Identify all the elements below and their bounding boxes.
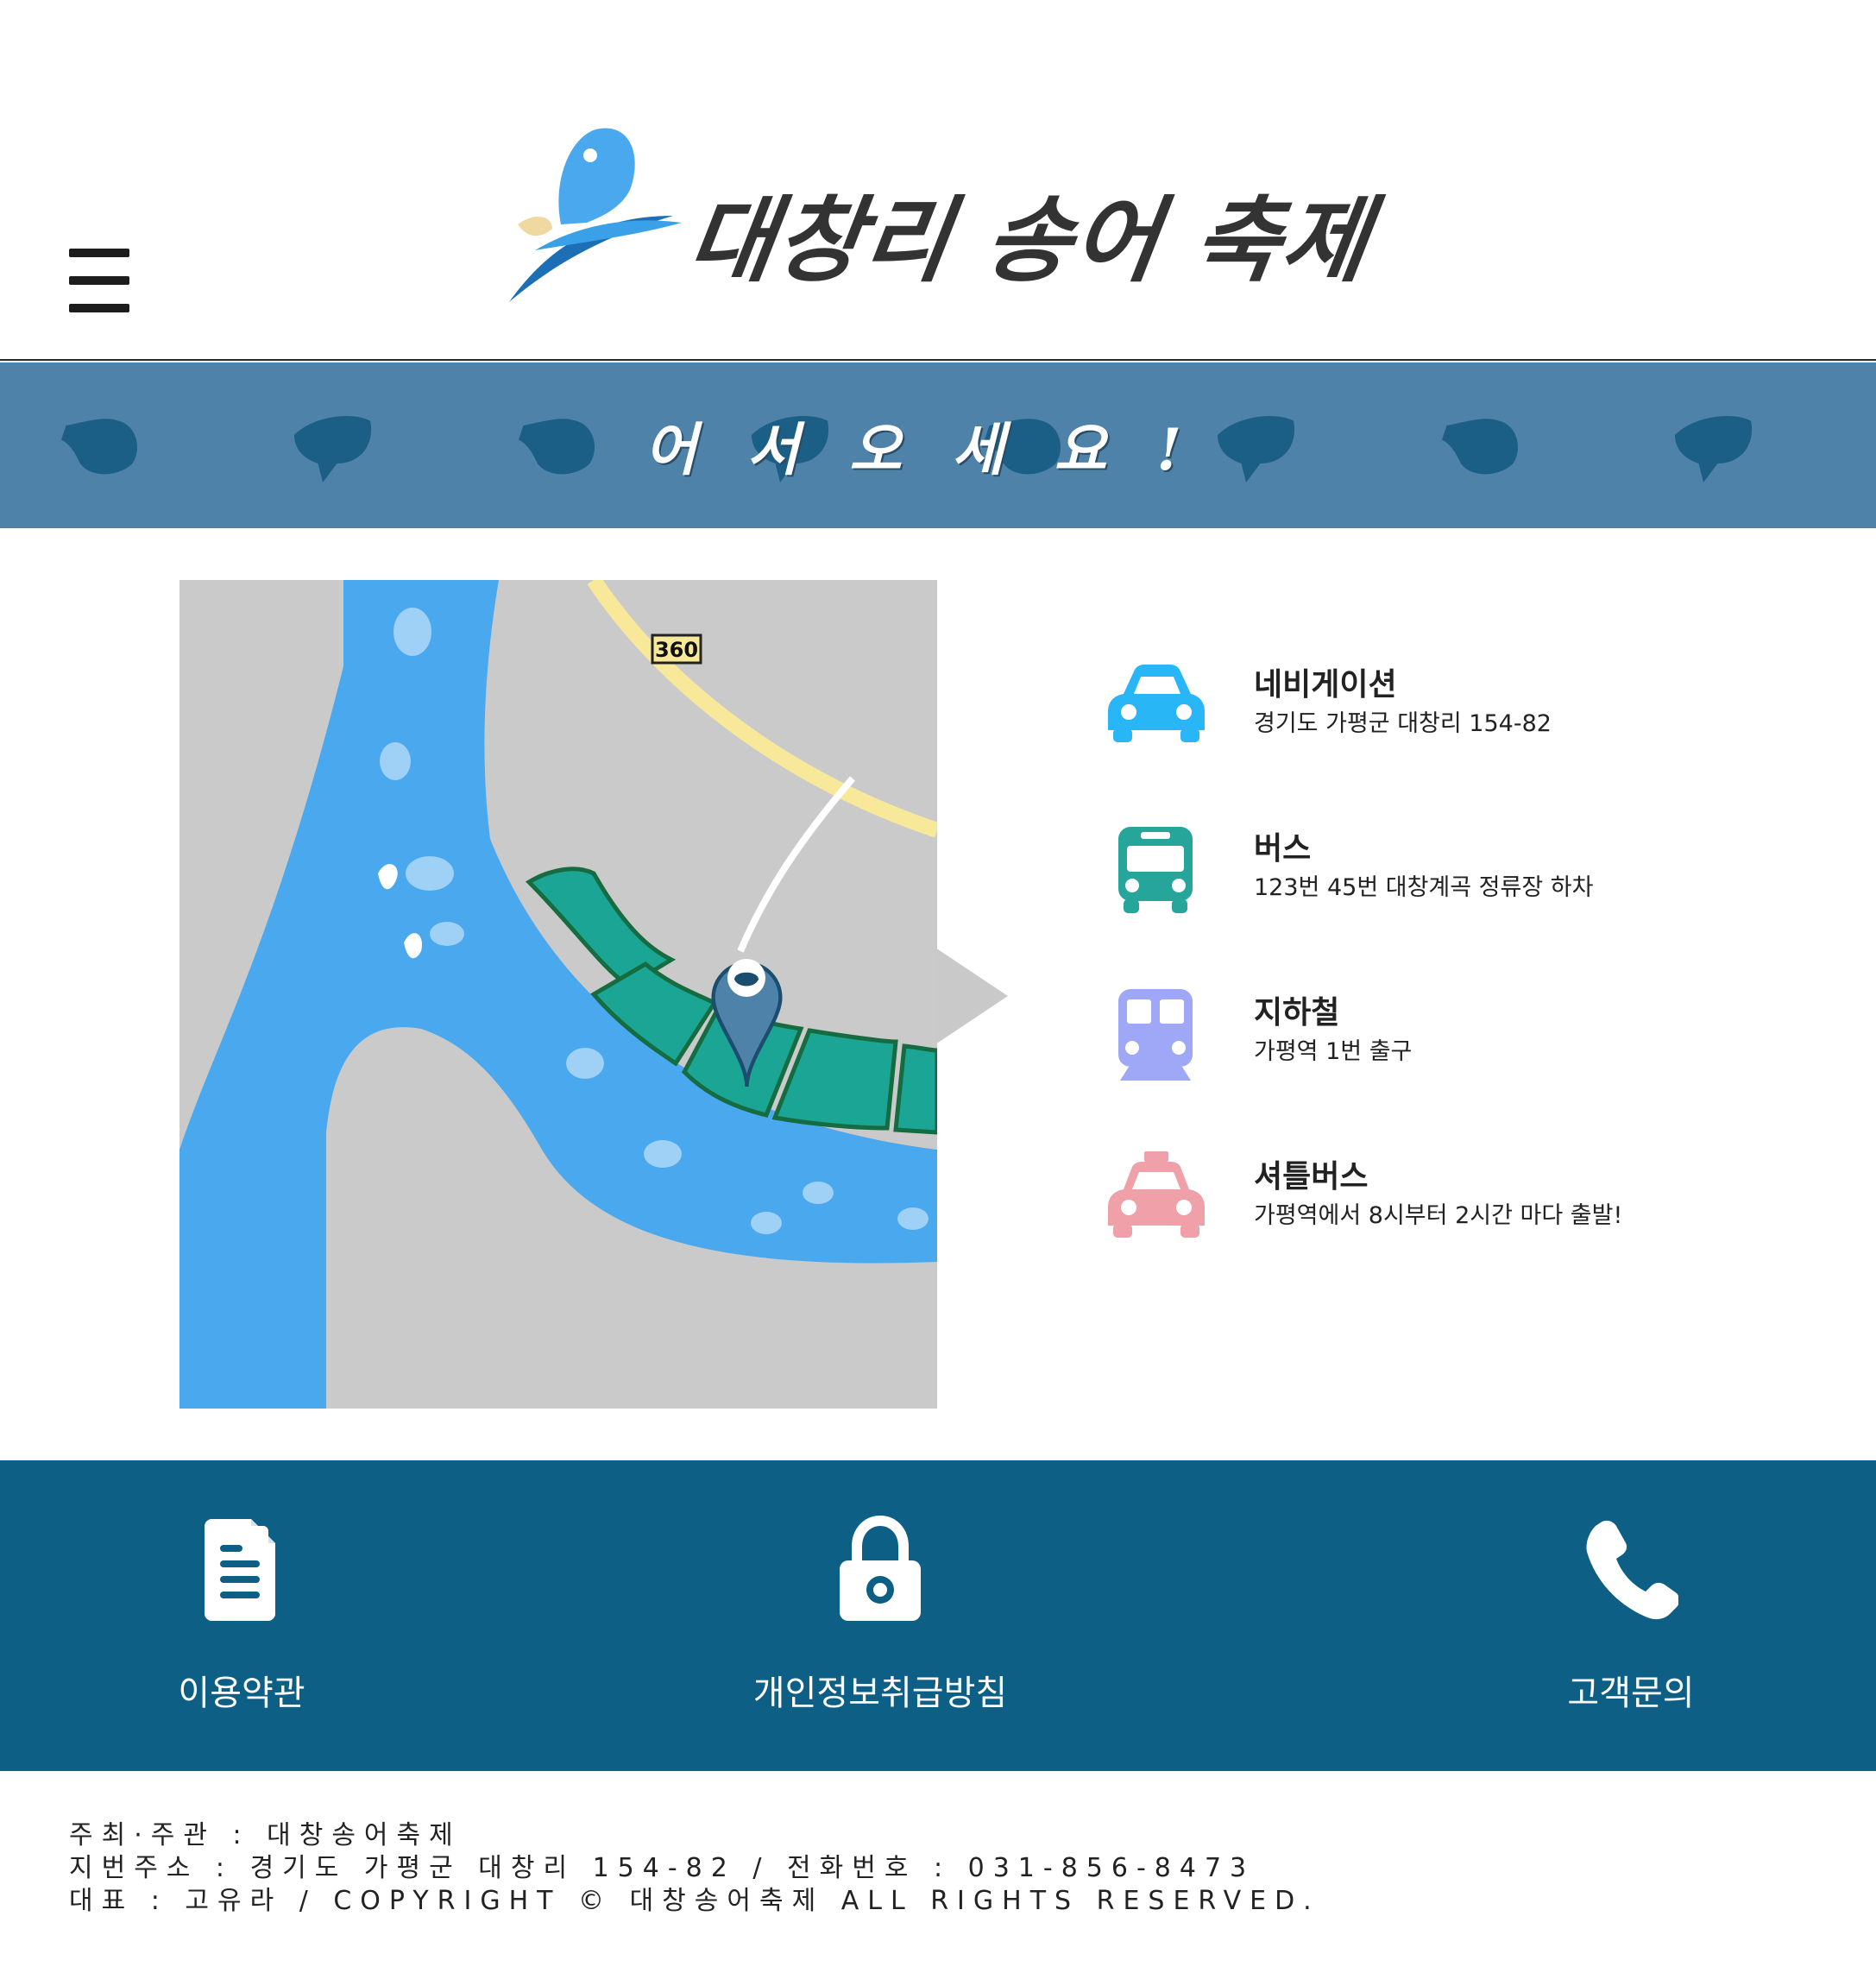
- footer-link-label: 고객문의: [1567, 1674, 1695, 1713]
- address-line: 지번주소 : 경기도 가평군 대창리 154-82 / 전화번호 : 031-8…: [69, 1853, 1256, 1883]
- transport-desc: 123번 45번 대창계곡 정류장 하차: [1254, 874, 1594, 901]
- document-icon: [205, 1519, 275, 1621]
- site-logo[interactable]: 대창리 송어 축제: [500, 121, 1381, 311]
- transport-item-subway[interactable]: 지하철 가평역 1번 출구: [1105, 967, 1795, 1131]
- footer-link-privacy[interactable]: 개인정보취급방침: [708, 1460, 1053, 1771]
- footer-link-contact[interactable]: 고객문의: [1501, 1460, 1760, 1771]
- welcome-banner: 어서오세요!: [0, 362, 1876, 528]
- organizer-line: 주최·주관 : 대창송어축제: [69, 1820, 462, 1850]
- transport-desc: 경기도 가평군 대창리 154-82: [1254, 710, 1552, 737]
- subway-icon: [1118, 989, 1193, 1081]
- transport-title: 네비게이션: [1254, 667, 1397, 703]
- svg-text:360: 360: [655, 638, 698, 662]
- logo-text: 대창리 송어 축제: [681, 187, 1378, 295]
- footer-link-label: 개인정보취급방침: [752, 1674, 1008, 1713]
- transport-item-navigation[interactable]: 네비게이션 경기도 가평군 대창리 154-82: [1105, 639, 1795, 803]
- site-header: 대창리 송어 축제: [0, 0, 1876, 361]
- transport-item-shuttle[interactable]: 셔틀버스 가평역에서 8시부터 2시간 마다 출발!: [1105, 1131, 1795, 1295]
- festival-map[interactable]: 360: [179, 580, 937, 1409]
- footer-nav: 이용약관 개인정보취급방침 고객문의: [0, 1460, 1876, 1771]
- transport-title: 셔틀버스: [1254, 1159, 1369, 1195]
- map-pointer: [935, 948, 1008, 1044]
- transport-desc: 가평역에서 8시부터 2시간 마다 출발!: [1254, 1202, 1623, 1229]
- fish-logo-icon: [509, 128, 682, 302]
- shuttle-taxi-icon: [1108, 1151, 1205, 1238]
- transport-list: 네비게이션 경기도 가평군 대창리 154-82 버스 123번 45번 대창계…: [1105, 639, 1795, 1295]
- bus-icon: [1118, 827, 1193, 913]
- phone-icon: [1586, 1520, 1678, 1620]
- footer-link-terms[interactable]: 이용약관: [112, 1460, 371, 1771]
- welcome-title: 어서오세요!: [644, 416, 1232, 483]
- transport-title: 지하철: [1254, 995, 1340, 1031]
- hamburger-menu-icon[interactable]: [69, 249, 129, 312]
- lock-icon: [840, 1515, 921, 1621]
- car-icon: [1108, 665, 1205, 742]
- route-360-sign: 360: [651, 634, 702, 665]
- transport-desc: 가평역 1번 출구: [1254, 1038, 1413, 1065]
- company-info: 주최·주관 : 대창송어축제 지번주소 : 경기도 가평군 대창리 154-82…: [69, 1819, 1320, 1918]
- footer-link-label: 이용약관: [178, 1674, 305, 1713]
- transport-title: 버스: [1254, 831, 1312, 867]
- transport-item-bus[interactable]: 버스 123번 45번 대창계곡 정류장 하차: [1105, 803, 1795, 967]
- copyright-line: 대표 : 고유라 / COPYRIGHT © 대창송어축제 ALL RIGHTS…: [69, 1886, 1320, 1916]
